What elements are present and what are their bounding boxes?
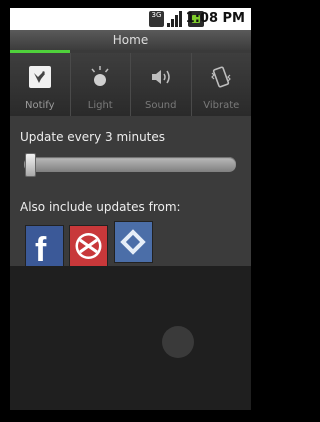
light-toggle[interactable]: Light <box>71 53 131 116</box>
bird-icon <box>28 66 51 88</box>
floating-action-circle[interactable] <box>162 326 194 358</box>
network-icon: 3G <box>149 11 164 27</box>
mail-icon[interactable] <box>69 225 108 267</box>
empty-area <box>10 266 251 410</box>
notify-label: Notify <box>24 100 55 111</box>
notify-toggle[interactable]: Notify <box>10 53 71 116</box>
slider-thumb[interactable] <box>25 153 36 177</box>
phone-vibrate-icon <box>211 66 232 88</box>
phone-screen: 3G 1:08 PM Home Notify Light Sound Vibra… <box>10 8 251 410</box>
vibrate-label: Vibrate <box>203 100 240 111</box>
settings-panel: Update every 3 minutes Also include upda… <box>10 116 251 269</box>
foursquare-icon[interactable] <box>114 221 153 263</box>
signal-icon <box>167 11 183 27</box>
vibrate-toggle[interactable]: Vibrate <box>192 53 252 116</box>
title-bar: Home <box>10 30 251 50</box>
notification-toolbar: Notify Light Sound Vibrate <box>10 53 251 116</box>
clock: 1:08 PM <box>185 11 245 26</box>
status-bar: 3G 1:08 PM <box>10 8 251 30</box>
update-interval-label: Update every 3 minutes <box>20 130 166 144</box>
page-title: Home <box>112 33 149 47</box>
also-include-label: Also include updates from: <box>20 200 181 214</box>
sound-label: Sound <box>145 100 177 111</box>
speaker-icon <box>151 70 170 84</box>
facebook-icon[interactable]: f <box>25 225 64 269</box>
bulb-icon <box>91 66 109 86</box>
light-label: Light <box>87 100 113 111</box>
update-interval-slider[interactable] <box>24 153 236 177</box>
sound-toggle[interactable]: Sound <box>131 53 192 116</box>
